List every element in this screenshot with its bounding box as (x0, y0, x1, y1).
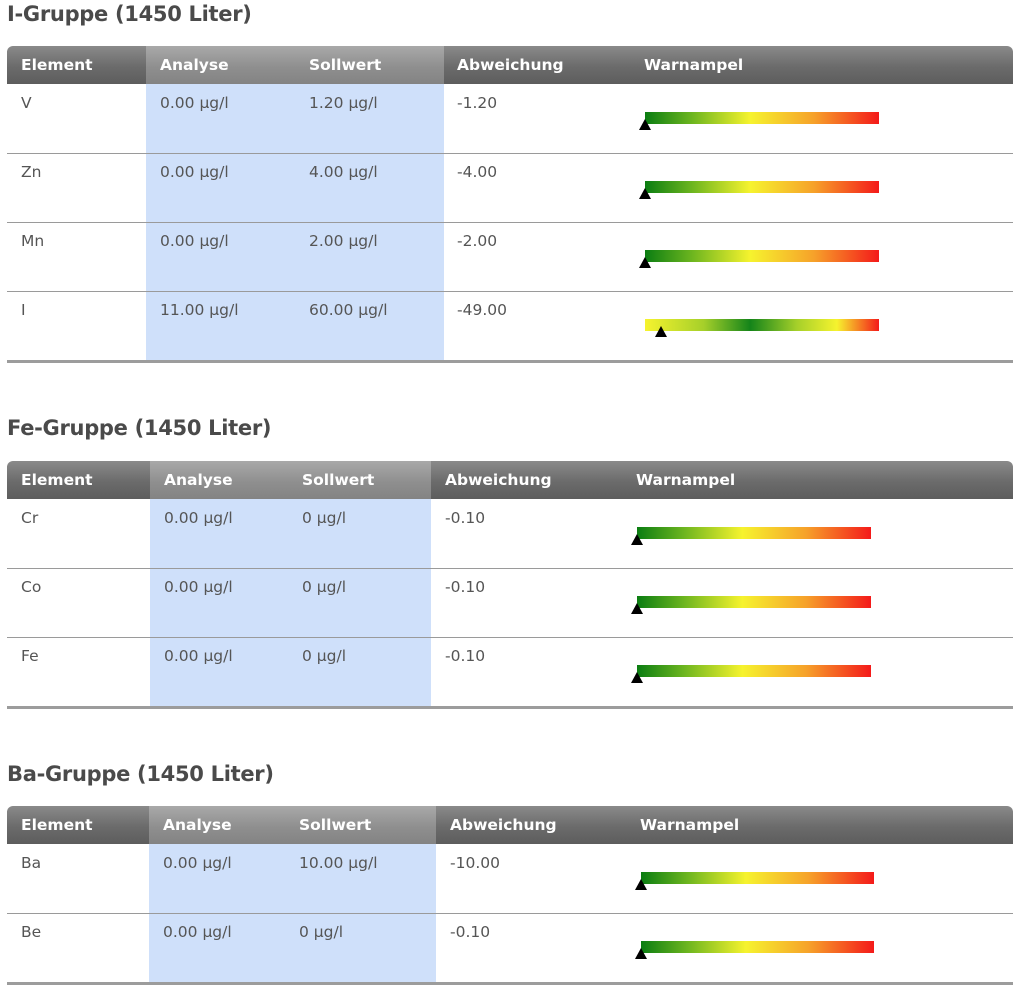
cell-sollwert: 4.00 µg/l (309, 163, 378, 181)
cell-element: Ba (21, 854, 42, 872)
table-header: Element Analyse Sollwert Abweichung Warnampe… (7, 461, 1013, 499)
data-table: Element Analyse Sollwert Abweichung Warnampe… (7, 46, 1013, 363)
column-header-abweichung[interactable]: Abweichung (457, 46, 564, 84)
column-header-abweichung[interactable]: Abweichung (450, 806, 557, 844)
data-table: Element Analyse Sollwert Abweichung Warnampe… (7, 461, 1013, 709)
group-title: Fe-Gruppe (1450 Liter) (7, 416, 272, 440)
table-row: Be 0.00 µg/l 0 µg/l -0.10 (7, 913, 1013, 982)
table-row: Ba 0.00 µg/l 10.00 µg/l -10.00 (7, 844, 1013, 913)
table-row: Mn 0.00 µg/l 2.00 µg/l -2.00 (7, 222, 1013, 291)
cell-sollwert: 10.00 µg/l (299, 854, 378, 872)
cell-element: Be (21, 923, 42, 941)
cell-element: Co (21, 578, 42, 596)
gauge-marker-triangle (639, 188, 651, 199)
table-row: Cr 0.00 µg/l 0 µg/l -0.10 (7, 499, 1013, 568)
cell-analyse: 0.00 µg/l (163, 923, 232, 941)
gauge-gradient-bar (637, 596, 871, 608)
group-title: I-Gruppe (1450 Liter) (7, 2, 252, 26)
cell-abweichung: -4.00 (457, 163, 498, 181)
column-header-element[interactable]: Element (21, 46, 93, 84)
cell-abweichung: -10.00 (450, 854, 500, 872)
cell-analyse: 0.00 µg/l (160, 94, 229, 112)
cell-sollwert: 60.00 µg/l (309, 301, 388, 319)
cell-sollwert: 0 µg/l (302, 578, 347, 596)
cell-analyse: 0.00 µg/l (164, 647, 233, 665)
cell-abweichung: -2.00 (457, 232, 498, 250)
gauge-marker-triangle (639, 119, 651, 130)
cell-analyse: 0.00 µg/l (164, 578, 233, 596)
table-bottom-border (7, 706, 1013, 709)
cell-abweichung: -0.10 (445, 509, 486, 527)
column-header-analyse[interactable]: Analyse (160, 46, 229, 84)
column-header-analyse[interactable]: Analyse (164, 461, 233, 499)
cell-element: V (21, 94, 32, 112)
table-bottom-border (7, 982, 1013, 985)
cell-sollwert: 1.20 µg/l (309, 94, 378, 112)
cell-analyse: 0.00 µg/l (163, 854, 232, 872)
cell-abweichung: -1.20 (457, 94, 498, 112)
cell-sollwert: 0 µg/l (302, 647, 347, 665)
table-row: Co 0.00 µg/l 0 µg/l -0.10 (7, 568, 1013, 637)
cell-analyse: 0.00 µg/l (164, 509, 233, 527)
cell-sollwert: 0 µg/l (302, 509, 347, 527)
gauge-marker-triangle (635, 879, 647, 890)
cell-abweichung: -0.10 (445, 578, 486, 596)
table-row: Fe 0.00 µg/l 0 µg/l -0.10 (7, 637, 1013, 706)
cell-sollwert: 2.00 µg/l (309, 232, 378, 250)
column-header-warnampel[interactable]: Warnampel (640, 806, 739, 844)
cell-element: Zn (21, 163, 42, 181)
cell-analyse: 0.00 µg/l (160, 163, 229, 181)
cell-abweichung: -0.10 (445, 647, 486, 665)
cell-element: I (21, 301, 26, 319)
gauge-gradient-bar (645, 250, 879, 262)
cell-abweichung: -0.10 (450, 923, 491, 941)
table-row: V 0.00 µg/l 1.20 µg/l -1.20 (7, 84, 1013, 153)
cell-element: Mn (21, 232, 45, 250)
column-header-element[interactable]: Element (21, 461, 93, 499)
gauge-gradient-bar (637, 527, 871, 539)
gauge-gradient-bar (645, 319, 879, 331)
cell-analyse: 0.00 µg/l (160, 232, 229, 250)
gauge-gradient-bar (645, 112, 879, 124)
gauge-marker-triangle (635, 948, 647, 959)
gauge-marker-triangle (631, 672, 643, 683)
cell-abweichung: -49.00 (457, 301, 507, 319)
cell-sollwert: 0 µg/l (299, 923, 344, 941)
column-header-warnampel[interactable]: Warnampel (644, 46, 743, 84)
column-header-element[interactable]: Element (21, 806, 93, 844)
gauge-gradient-bar (641, 941, 874, 953)
data-table: Element Analyse Sollwert Abweichung Warnampe… (7, 806, 1013, 985)
gauge-marker-triangle (631, 603, 643, 614)
gauge-marker-triangle (655, 326, 668, 337)
cell-element: Fe (21, 647, 39, 665)
table-header: Element Analyse Sollwert Abweichung Warnampe… (7, 806, 1013, 844)
column-header-analyse[interactable]: Analyse (163, 806, 232, 844)
gauge-gradient-bar (637, 665, 871, 677)
column-header-sollwert[interactable]: Sollwert (299, 806, 371, 844)
column-header-sollwert[interactable]: Sollwert (302, 461, 374, 499)
cell-element: Cr (21, 509, 39, 527)
cell-analyse: 11.00 µg/l (160, 301, 239, 319)
gauge-gradient-bar (641, 872, 874, 884)
table-row: Zn 0.00 µg/l 4.00 µg/l -4.00 (7, 153, 1013, 222)
column-header-abweichung[interactable]: Abweichung (445, 461, 552, 499)
column-header-warnampel[interactable]: Warnampel (636, 461, 735, 499)
column-header-sollwert[interactable]: Sollwert (309, 46, 381, 84)
table-row: I 11.00 µg/l 60.00 µg/l -49.00 (7, 291, 1013, 360)
gauge-gradient-bar (645, 181, 879, 193)
group-title: Ba-Gruppe (1450 Liter) (7, 762, 274, 786)
gauge-marker-triangle (639, 257, 651, 268)
table-header: Element Analyse Sollwert Abweichung Warnampe… (7, 46, 1013, 84)
gauge-marker-triangle (631, 534, 643, 545)
table-bottom-border (7, 360, 1013, 363)
